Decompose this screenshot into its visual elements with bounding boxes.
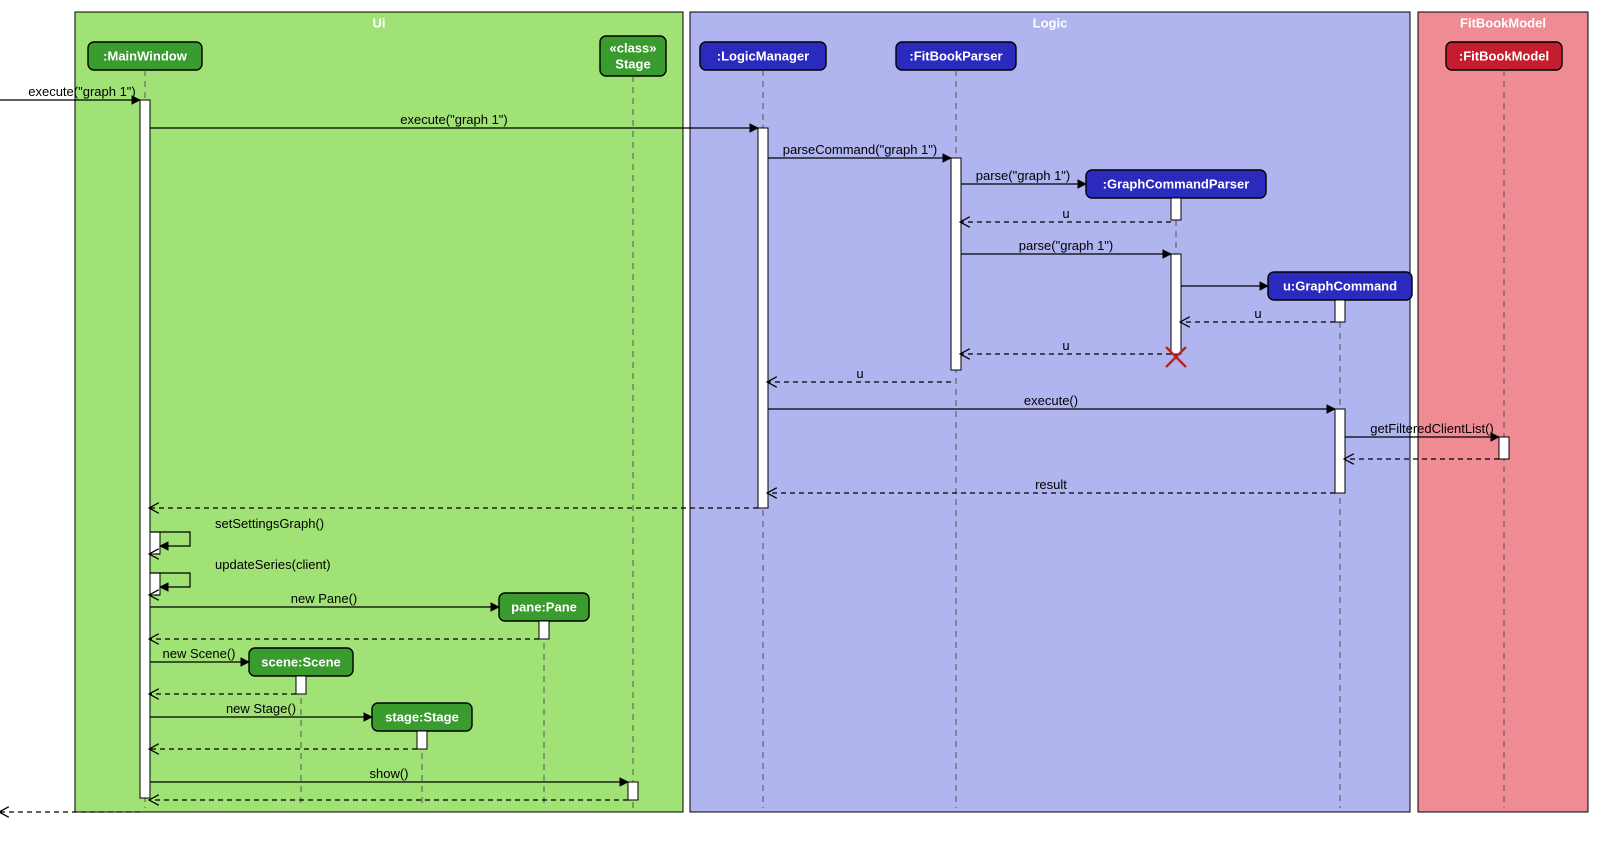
msg-newscene-label: new Scene()	[163, 646, 236, 661]
msg-newpane-label: new Pane()	[291, 591, 357, 606]
svg-text:u:GraphCommand: u:GraphCommand	[1283, 278, 1397, 293]
svg-text:Stage: Stage	[615, 56, 650, 71]
participant-fitbookmodel: :FitBookModel	[1446, 42, 1562, 70]
activation-self2	[150, 573, 160, 595]
msg-result-1-label: result	[1035, 477, 1067, 492]
activation-gc-2	[1335, 409, 1345, 493]
activation-gc-1	[1335, 300, 1345, 322]
msg-newstage-label: new Stage()	[226, 701, 296, 716]
svg-text:Ui: Ui	[373, 15, 386, 30]
activation-gcp-1	[1171, 198, 1181, 220]
msg-getlist-label: getFilteredClientList()	[1370, 421, 1494, 436]
region-ui: Ui	[75, 12, 683, 812]
svg-text::MainWindow: :MainWindow	[103, 48, 188, 63]
activation-model	[1499, 437, 1509, 459]
region-model: FitBookModel	[1418, 12, 1588, 812]
svg-text:«class»: «class»	[610, 40, 657, 55]
msg-setsettings-label: setSettingsGraph()	[215, 516, 324, 531]
msg-return-u1-label: u	[1062, 206, 1069, 221]
svg-text:pane:Pane: pane:Pane	[511, 599, 577, 614]
msg-updateseries-label: updateSeries(client)	[215, 557, 331, 572]
sequence-diagram: Ui Logic FitBookModel :MainWindow «class…	[0, 0, 1612, 841]
msg-execute-gc-label: execute()	[1024, 393, 1078, 408]
msg-return-u3-label: u	[1062, 338, 1069, 353]
msg-parse-2-label: parse("graph 1")	[1019, 238, 1114, 253]
svg-text::FitBookModel: :FitBookModel	[1459, 48, 1549, 63]
participant-pane: pane:Pane	[499, 593, 589, 621]
participant-stage: stage:Stage	[372, 703, 472, 731]
participant-graphcommand: u:GraphCommand	[1268, 272, 1412, 300]
svg-text:FitBookModel: FitBookModel	[1460, 15, 1546, 30]
participant-scene: scene:Scene	[249, 648, 353, 676]
svg-text:Logic: Logic	[1033, 15, 1068, 30]
msg-show-label: show()	[369, 766, 408, 781]
svg-text::LogicManager: :LogicManager	[717, 48, 809, 63]
activation-mainwindow	[140, 100, 150, 798]
svg-text:stage:Stage: stage:Stage	[385, 709, 459, 724]
msg-return-u4-label: u	[856, 366, 863, 381]
activation-scene	[296, 676, 306, 694]
msg-parse-1-label: parse("graph 1")	[976, 168, 1071, 183]
msg-return-u2-label: u	[1254, 306, 1261, 321]
svg-text::GraphCommandParser: :GraphCommandParser	[1103, 176, 1250, 191]
region-logic: Logic	[690, 12, 1410, 812]
activation-gcp-2	[1171, 254, 1181, 354]
msg-execute-in-label: execute("graph 1")	[28, 84, 136, 99]
msg-execute-logic-label: execute("graph 1")	[400, 112, 508, 127]
activation-pane	[539, 621, 549, 639]
participant-mainwindow: :MainWindow	[88, 42, 202, 70]
msg-parsecommand-label: parseCommand("graph 1")	[783, 142, 937, 157]
activation-fitbookparser	[951, 158, 961, 370]
participant-graphcommandparser: :GraphCommandParser	[1086, 170, 1266, 198]
participant-fitbookparser: :FitBookParser	[896, 42, 1016, 70]
activation-self1	[150, 532, 160, 554]
svg-text::FitBookParser: :FitBookParser	[909, 48, 1002, 63]
participant-stageclass: «class» Stage	[600, 36, 666, 76]
activation-logicmanager	[758, 128, 768, 508]
activation-show	[628, 782, 638, 800]
participant-logicmanager: :LogicManager	[700, 42, 826, 70]
svg-text:scene:Scene: scene:Scene	[261, 654, 341, 669]
activation-stage	[417, 731, 427, 749]
